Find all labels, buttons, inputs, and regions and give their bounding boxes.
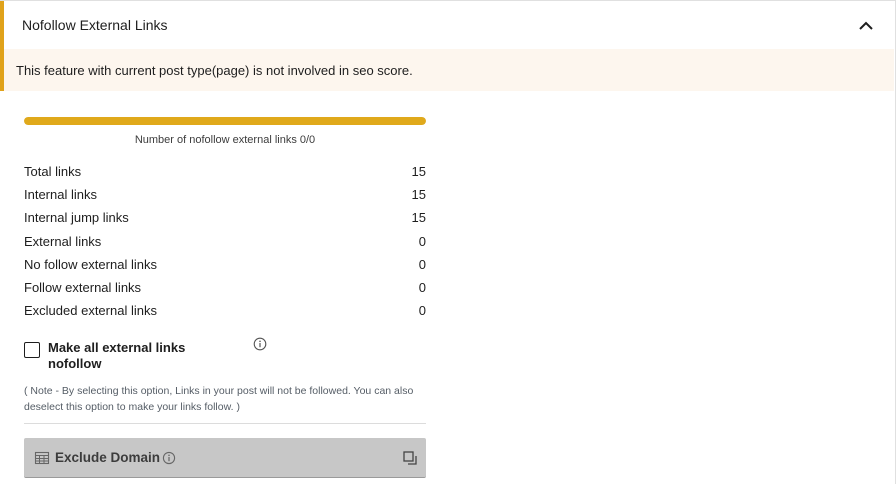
chevron-up-icon[interactable] (857, 17, 875, 35)
expand-icon[interactable] (402, 450, 418, 466)
stat-value: 15 (411, 164, 426, 180)
stat-value: 0 (418, 233, 426, 249)
nofollow-note: ( Note - By selecting this option, Links… (24, 385, 414, 413)
stat-value: 0 (418, 303, 426, 319)
info-icon[interactable] (253, 337, 267, 351)
stat-label: Internal jump links (24, 210, 129, 226)
nofollow-all-label[interactable]: Make all external links nofollow (48, 340, 228, 372)
stat-value: 0 (418, 256, 426, 272)
nofollow-all-checkbox[interactable] (24, 342, 40, 358)
link-stats: Total links 15 Internal links 15 Interna… (24, 160, 426, 322)
stat-value: 15 (411, 187, 426, 203)
nofollow-panel: Nofollow External Links This feature wit… (0, 0, 896, 484)
nofollow-all-option: Make all external links nofollow (24, 337, 426, 374)
building-icon (34, 451, 50, 465)
stat-row-follow-external-links: Follow external links 0 (24, 276, 426, 299)
stat-label: Total links (24, 164, 82, 180)
stat-row-excluded-external-links: Excluded external links 0 (24, 299, 426, 322)
stat-row-external-links: External links 0 (24, 230, 426, 253)
stat-row-internal-links: Internal links 15 (24, 183, 426, 206)
stat-label: Internal links (24, 187, 97, 203)
stat-label: External links (24, 233, 102, 249)
nofollow-progress-fill (24, 117, 426, 125)
exclude-domain-label: Exclude Domain (55, 450, 161, 465)
section-divider (24, 423, 426, 424)
stat-value: 15 (411, 210, 426, 226)
info-icon[interactable] (162, 451, 176, 465)
stat-row-nofollow-external-links: No follow external links 0 (24, 253, 426, 276)
nofollow-progress-bar (24, 117, 426, 125)
panel-header[interactable]: Nofollow External Links (0, 1, 894, 49)
stat-row-internal-jump-links: Internal jump links 15 (24, 206, 426, 229)
stat-label: Excluded external links (24, 303, 157, 319)
nofollow-progress-label: Number of nofollow external links 0/0 (134, 134, 316, 146)
stat-value: 0 (418, 280, 426, 296)
stat-row-total-links: Total links 15 (24, 160, 426, 183)
score-notice: This feature with current post type(page… (4, 49, 894, 91)
score-notice-text: This feature with current post type(page… (16, 63, 413, 78)
panel-title: Nofollow External Links (22, 17, 168, 33)
stat-label: Follow external links (24, 280, 142, 296)
exclude-domain-button[interactable]: Exclude Domain (24, 438, 426, 478)
stat-label: No follow external links (24, 256, 157, 272)
